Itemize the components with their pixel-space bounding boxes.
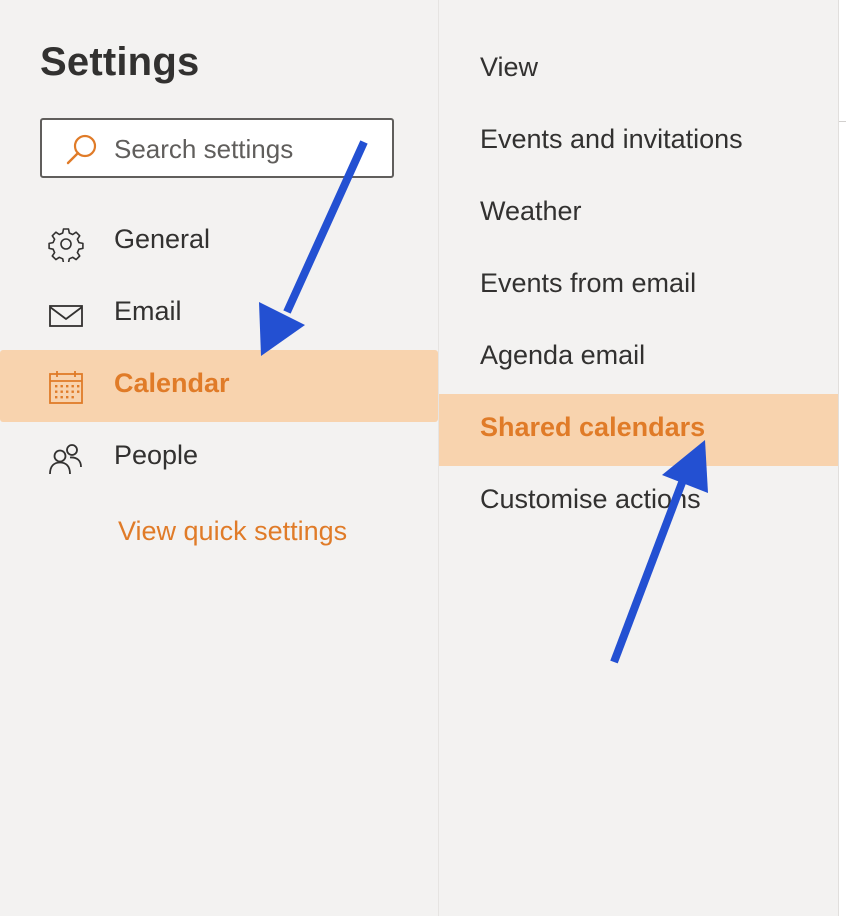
people-icon: [49, 444, 82, 475]
gear-icon: [48, 228, 84, 262]
sub-label-view: View: [480, 52, 539, 82]
search-input[interactable]: [114, 130, 384, 168]
nav-label-email: Email: [114, 296, 182, 326]
sub-item-events-and-invitations[interactable]: Events and invitations: [439, 106, 838, 178]
sub-item-agenda-email[interactable]: Agenda email: [439, 322, 838, 394]
nav-item-general[interactable]: General: [0, 206, 438, 278]
adjacent-panel-edge: [839, 0, 846, 916]
nav-label-general: General: [114, 224, 211, 254]
sub-label-customise-actions: Customise actions: [480, 484, 701, 514]
sub-item-customise-actions[interactable]: Customise actions: [439, 466, 838, 538]
nav-item-email[interactable]: Email: [0, 278, 438, 350]
settings-window: Settings General Email: [0, 0, 846, 916]
settings-category-pane: Settings General Email: [0, 0, 439, 916]
sub-label-events-and-invitations: Events and invitations: [480, 124, 743, 154]
sub-item-weather[interactable]: Weather: [439, 178, 838, 250]
sub-label-agenda-email: Agenda email: [480, 340, 646, 370]
sub-item-events-from-email[interactable]: Events from email: [439, 250, 838, 322]
nav-item-people[interactable]: People: [0, 422, 438, 494]
sub-item-view[interactable]: View: [439, 34, 838, 106]
search-box[interactable]: [40, 118, 394, 178]
mail-icon: [49, 305, 83, 327]
nav-label-people: People: [114, 440, 199, 470]
sub-label-shared-calendars: Shared calendars: [480, 412, 706, 442]
page-title: Settings: [40, 40, 200, 84]
nav-item-calendar[interactable]: Calendar: [0, 350, 438, 422]
view-quick-settings-link[interactable]: View quick settings: [118, 516, 347, 547]
sub-label-weather: Weather: [480, 196, 582, 226]
sub-item-shared-calendars[interactable]: Shared calendars: [439, 394, 838, 466]
calendar-icon: [49, 371, 83, 404]
adjacent-panel-divider: [839, 121, 846, 122]
search-icon: [66, 134, 97, 165]
sub-label-events-from-email: Events from email: [480, 268, 697, 298]
nav-label-calendar: Calendar: [114, 368, 230, 398]
calendar-settings-pane: View Events and invitations Weather Even…: [439, 0, 839, 916]
